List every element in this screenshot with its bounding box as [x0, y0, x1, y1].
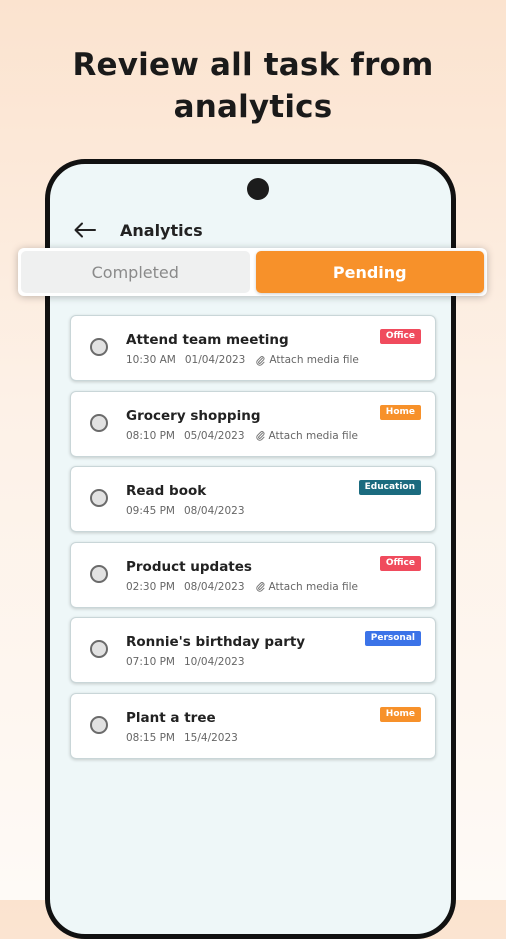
task-card[interactable]: Attend team meeting 10:30 AM 01/04/2023 … — [70, 315, 436, 381]
task-card[interactable]: Product updates 02:30 PM 08/04/2023 Atta… — [70, 541, 436, 608]
attach-label: Attach media file — [268, 429, 358, 442]
task-title: Plant a tree — [126, 709, 216, 726]
task-date: 15/4/2023 — [184, 731, 238, 744]
attach-label: Attach media file — [269, 354, 359, 366]
task-time: 10:30 AM — [126, 354, 176, 366]
tab-pending[interactable]: Pending — [255, 251, 484, 293]
task-date: 10/04/2023 — [184, 656, 245, 669]
task-date: 01/04/2023 — [184, 354, 246, 366]
task-date: 05/04/2023 — [184, 429, 245, 442]
attach-media-link[interactable]: Attach media file — [256, 354, 359, 366]
task-checkbox[interactable] — [90, 338, 108, 356]
paperclip-icon — [255, 431, 265, 441]
task-date: 08/04/2023 — [184, 505, 245, 518]
camera-icon — [247, 178, 269, 200]
task-meta: 10:30 AM 01/04/2023 Attach media file — [126, 354, 359, 366]
category-badge: Home — [379, 404, 421, 420]
task-meta: 09:45 PM 08/04/2023 — [126, 505, 245, 517]
paperclip-icon — [255, 582, 265, 592]
task-checkbox[interactable] — [90, 564, 108, 583]
task-meta: 08:15 PM 15/4/2023 — [126, 732, 238, 744]
task-card[interactable]: Ronnie's birthday party 07:10 PM 10/04/2… — [70, 617, 436, 684]
back-button[interactable] — [72, 217, 98, 243]
task-meta: 02:30 PM 08/04/2023 Attach media file — [126, 581, 358, 593]
category-badge: Home — [379, 706, 421, 722]
category-badge: Office — [379, 329, 421, 344]
task-card[interactable]: Grocery shopping 08:10 PM 05/04/2023 Att… — [70, 390, 436, 457]
task-title: Attend team meeting — [126, 332, 289, 348]
paperclip-icon — [256, 355, 265, 366]
arrow-left-icon — [74, 222, 96, 238]
attach-media-link[interactable]: Attach media file — [255, 429, 358, 442]
headline-line-2: analytics — [173, 89, 333, 125]
task-date: 08/04/2023 — [184, 580, 245, 593]
task-time: 09:45 PM — [126, 505, 175, 518]
category-badge: Education — [358, 480, 421, 496]
task-card[interactable]: Plant a tree 08:15 PM 15/4/2023 Home — [70, 692, 436, 759]
task-time: 08:15 PM — [126, 731, 175, 744]
category-badge: Personal — [364, 631, 421, 647]
task-title: Product updates — [126, 558, 252, 575]
tab-completed[interactable]: Completed — [21, 251, 250, 293]
task-time: 07:10 PM — [126, 656, 175, 669]
task-meta: 08:10 PM 05/04/2023 Attach media file — [126, 430, 358, 442]
task-checkbox[interactable] — [90, 489, 108, 508]
page-title: Analytics — [120, 220, 203, 240]
status-tabs: Completed Pending — [18, 248, 487, 296]
task-checkbox[interactable] — [90, 413, 108, 432]
task-meta: 07:10 PM 10/04/2023 — [126, 656, 245, 668]
task-checkbox[interactable] — [90, 640, 108, 659]
category-badge: Office — [379, 555, 421, 571]
task-title: Grocery shopping — [126, 407, 261, 424]
task-time: 08:10 PM — [126, 429, 175, 442]
attach-label: Attach media file — [268, 580, 358, 593]
task-list: Attend team meeting 10:30 AM 01/04/2023 … — [70, 315, 436, 769]
headline: Review all task from analytics — [0, 44, 506, 128]
task-title: Ronnie's birthday party — [126, 634, 306, 651]
headline-line-1: Review all task from — [72, 47, 434, 83]
task-card[interactable]: Read book 09:45 PM 08/04/2023 Education — [70, 466, 436, 533]
task-title: Read book — [126, 483, 207, 500]
attach-media-link[interactable]: Attach media file — [255, 580, 358, 593]
task-checkbox[interactable] — [90, 715, 108, 734]
app-bar: Analytics — [72, 214, 432, 246]
task-time: 02:30 PM — [126, 580, 175, 593]
